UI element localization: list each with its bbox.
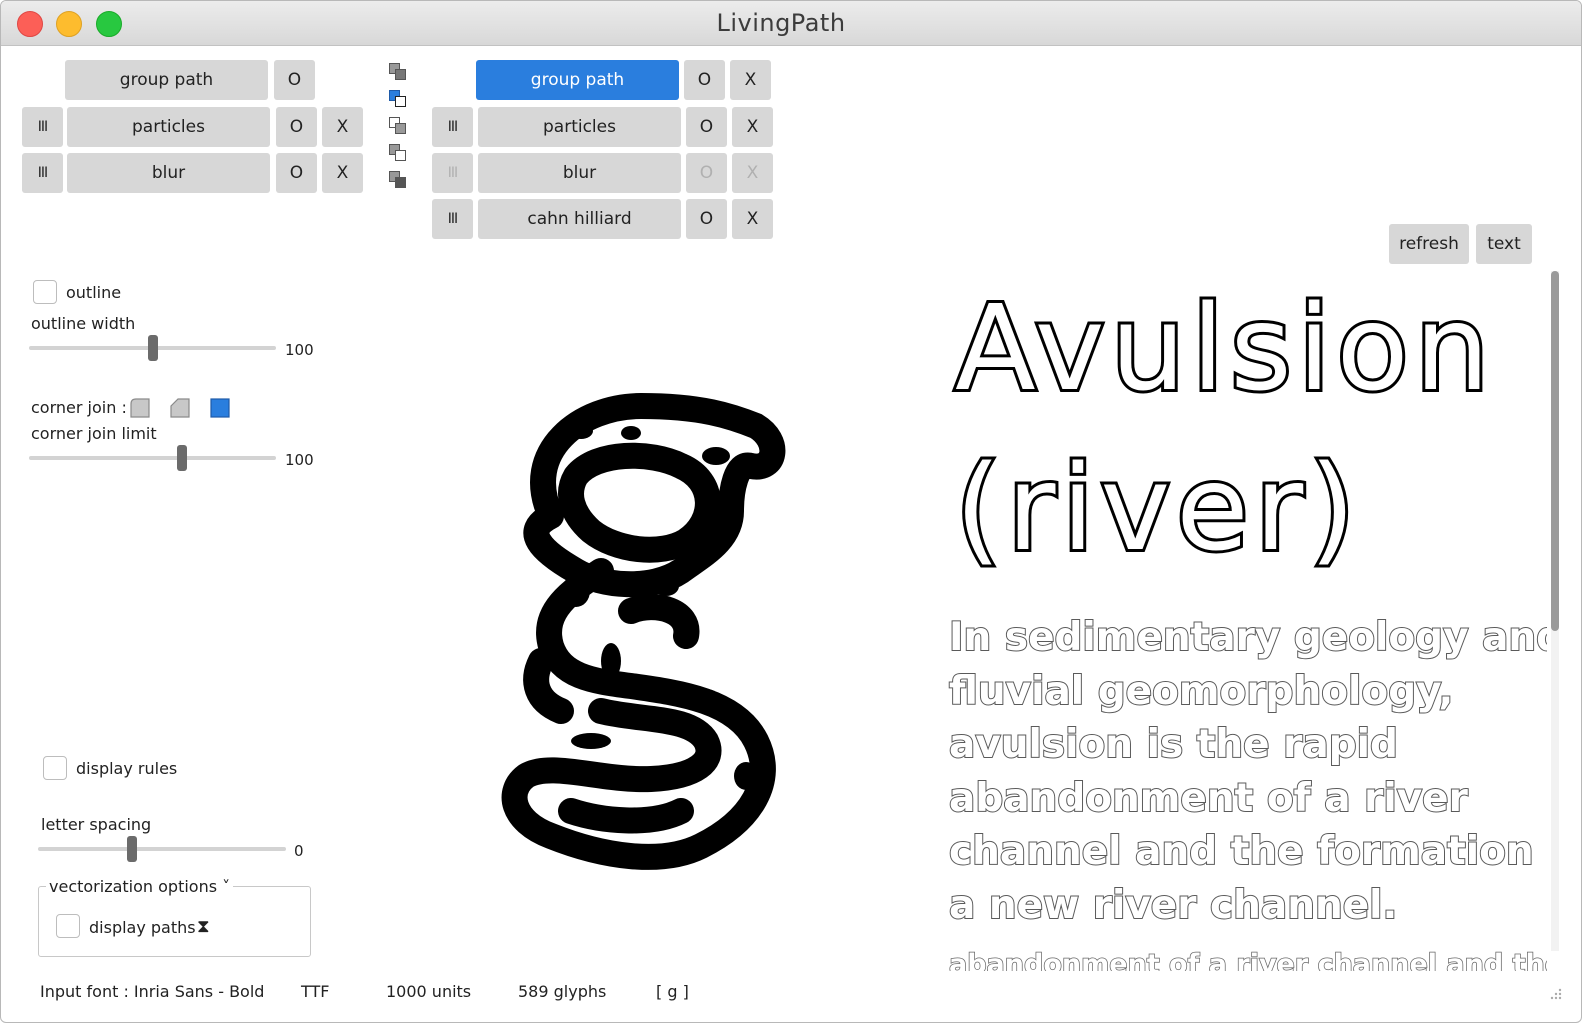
left-particles-remove-button[interactable]: X [322,107,363,147]
left-blur-button[interactable]: blur [67,153,270,193]
preview-body-line: In sedimentary geology and [948,614,1547,661]
right-particles-drag-handle[interactable]: III [432,107,473,147]
preview-body-line: a new river channel. [948,882,1398,929]
layer-outer-icon[interactable] [388,116,408,136]
corner-join-miter-icon[interactable] [210,398,230,418]
preview-scrollbar-thumb[interactable] [1551,271,1559,631]
outline-width-value: 100 [285,341,314,359]
status-units: 1000 units [386,982,472,1001]
vectorization-options-toggle[interactable]: vectorization options ˅ [46,877,234,896]
right-particles-toggle-button[interactable]: O [686,107,727,147]
resize-grip-icon[interactable] [1547,987,1563,1003]
layer-merge-icon[interactable] [388,170,408,190]
right-blur-button[interactable]: blur [478,153,681,193]
right-group-remove-button[interactable]: X [730,60,771,100]
corner-join-limit-value: 100 [285,451,314,469]
right-particles-remove-button[interactable]: X [732,107,773,147]
preview-body: In sedimentary geology and fluvial geomo… [948,611,1547,932]
preview-body-line: fluvial geomorphology, [948,668,1454,715]
outline-width-slider[interactable] [29,335,276,361]
status-current-glyph: [ g ] [656,982,689,1001]
outline-width-slider-knob[interactable] [147,335,158,361]
hourglass-icon: ⧗ [197,916,210,937]
right-particles-button[interactable]: particles [478,107,681,147]
left-particles-toggle-button[interactable]: O [276,107,317,147]
right-cahn-hilliard-remove-button[interactable]: X [732,199,773,239]
letter-spacing-slider[interactable] [38,836,286,862]
left-particles-button[interactable]: particles [67,107,270,147]
corner-join-limit-slider-knob[interactable] [177,445,188,471]
corner-join-bevel-icon[interactable] [170,398,190,418]
status-glyph-count: 589 glyphs [518,982,607,1001]
right-blur-remove-button[interactable]: X [732,153,773,193]
left-blur-remove-button[interactable]: X [322,153,363,193]
left-group-path-button[interactable]: group path [65,60,268,100]
right-cahn-hilliard-drag-handle[interactable]: III [432,199,473,239]
status-input-font: Input font : Inria Sans - Bold [40,982,265,1001]
layer-inner-icon[interactable] [388,143,408,163]
preview-body-line: channel and the formation of [948,828,1547,875]
corner-join-limit-slider[interactable] [29,445,276,471]
left-group-toggle-button[interactable]: O [274,60,315,100]
corner-join-limit-label: corner join limit [31,424,157,443]
letter-spacing-label: letter spacing [41,815,152,834]
letter-spacing-value: 0 [294,842,304,860]
layer-stack-icon[interactable] [388,62,408,82]
preview-body-line: avulsion is the rapid [948,721,1399,768]
preview-title-line-1: Avulsion [952,279,1496,417]
refresh-button[interactable]: refresh [1389,224,1469,264]
outline-label: outline [66,283,122,302]
left-particles-drag-handle[interactable]: III [22,107,63,147]
outline-width-label: outline width [31,314,136,333]
preview-body-line: abandonment of a river [948,775,1469,822]
left-blur-drag-handle[interactable]: III [22,153,63,193]
right-cahn-hilliard-button[interactable]: cahn hilliard [478,199,681,239]
title-bar: LivingPath [1,1,1581,46]
glyph-canvas[interactable] [481,381,806,876]
letter-spacing-slider-knob[interactable] [127,836,138,862]
preview-title-line-2: (river) [952,439,1362,577]
display-paths-checkbox[interactable] [56,914,80,938]
outline-checkbox[interactable] [33,280,57,304]
text-preview[interactable]: Avulsion (river) In sedimentary geology … [941,271,1547,971]
right-blur-toggle-button[interactable]: O [686,153,727,193]
right-blur-drag-handle[interactable]: III [432,153,473,193]
layer-selected-icon[interactable] [388,89,408,109]
display-rules-checkbox[interactable] [43,756,67,780]
corner-join-round-icon[interactable] [130,398,150,418]
display-paths-label: display paths [89,918,196,937]
text-button[interactable]: text [1476,224,1532,264]
status-format: TTF [301,982,330,1001]
right-cahn-hilliard-toggle-button[interactable]: O [686,199,727,239]
right-group-toggle-button[interactable]: O [684,60,725,100]
glyph-g-outline [501,393,786,870]
display-rules-label: display rules [76,759,178,778]
corner-join-label: corner join : [31,398,127,417]
left-blur-toggle-button[interactable]: O [276,153,317,193]
window-title: LivingPath [716,9,846,37]
right-group-path-button[interactable]: group path [476,60,679,100]
preview-scrollbar[interactable] [1551,271,1559,951]
app-window: LivingPath group path O III particles O … [0,0,1582,1023]
preview-cut-line: abandonment of a river channel and the [948,948,1547,971]
